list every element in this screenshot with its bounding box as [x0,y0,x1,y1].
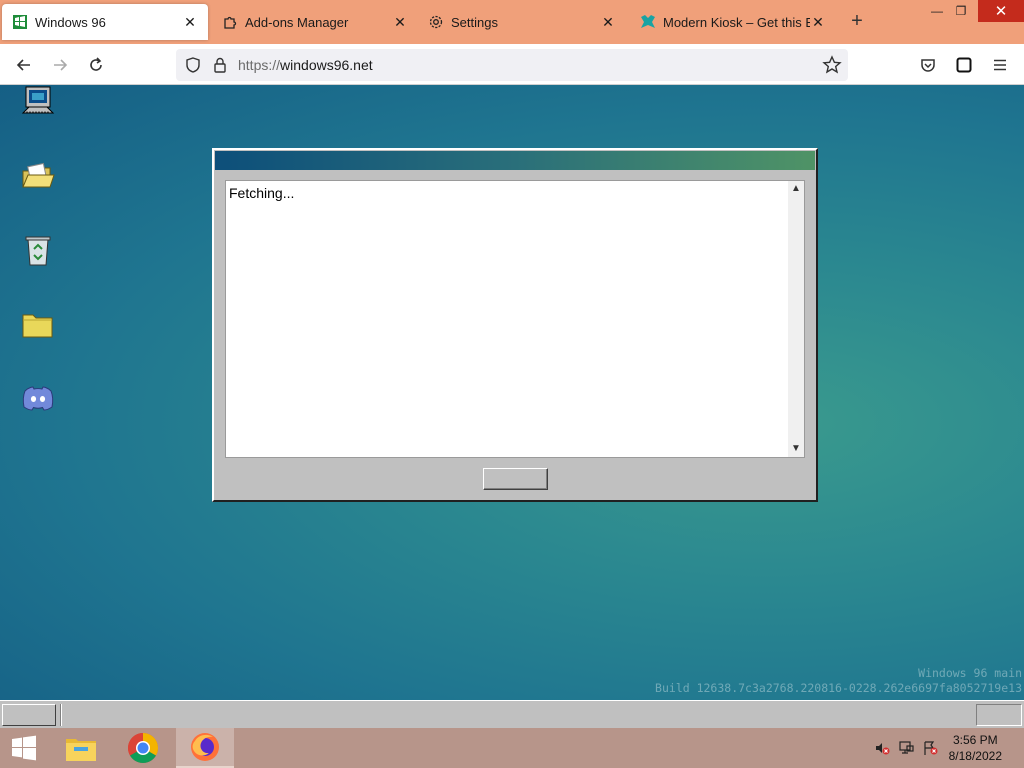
close-tab-icon[interactable]: ✕ [600,14,616,30]
clock-date: 8/18/2022 [948,749,1002,763]
menu-button[interactable] [988,53,1012,77]
windows96-icon [12,14,28,30]
gear-icon [428,14,444,30]
square-icon [956,57,972,73]
tab-modern-kiosk[interactable]: Modern Kiosk – Get this Exte ✕ [630,4,836,40]
navigation-toolbar: https://windows96.net [0,44,1024,85]
windows-logo-icon [12,735,36,761]
tab-label: Windows 96 [35,14,106,30]
dialog-button[interactable] [483,468,548,490]
file-explorer-icon [66,739,96,761]
win96-start-button[interactable] [2,704,56,726]
bookmark-star-icon[interactable] [822,55,842,75]
close-tab-icon[interactable]: ✕ [392,14,408,30]
close-tab-icon[interactable]: ✕ [810,14,826,30]
pocket-icon [921,59,935,72]
tab-label: Add-ons Manager [245,14,349,30]
build-line-2: Build 12638.7c3a2768.220816-0228.262e669… [655,681,1022,695]
url-protocol: https:// [238,57,281,73]
dialog-titlebar[interactable] [215,151,815,170]
firefox-icon [191,733,219,761]
speaker-muted-icon[interactable] [874,740,890,756]
scroll-down-arrow-icon[interactable]: ▼ [788,441,804,457]
discord-icon[interactable] [20,381,56,417]
reload-icon [90,57,102,71]
tab-windows-96[interactable]: Windows 96 ✕ [2,4,208,40]
pocket-button[interactable] [916,53,940,77]
chrome-button[interactable] [114,728,172,768]
scroll-up-arrow-icon[interactable]: ▲ [788,181,804,197]
build-info: Windows 96 main Build 12638.7c3a2768.220… [655,666,1022,696]
browser-tab-strip: Windows 96 ✕ Add-ons Manager ✕ Settings … [0,0,1024,44]
action-center-flag-icon[interactable] [922,740,938,756]
open-folder-icon[interactable] [20,159,56,195]
tab-label: Modern Kiosk – Get this Exte [663,14,810,30]
clock-time: 3:56 PM [952,733,998,747]
tab-label: Settings [451,14,498,30]
kiosk-icon [640,14,656,30]
vertical-scrollbar[interactable]: ▲ ▼ [788,181,804,457]
network-icon[interactable] [898,740,914,756]
folder-icon[interactable] [20,307,56,343]
firefox-button[interactable] [176,728,234,768]
window-close-button[interactable]: ✕ [978,0,1024,22]
new-tab-button[interactable]: + [846,11,868,33]
chrome-icon [127,733,159,764]
shield-icon[interactable] [184,56,202,74]
back-arrow-icon [16,59,30,71]
file-explorer-button[interactable] [52,728,110,768]
restore-button[interactable]: ❐ [944,0,978,22]
url-host: windows96.net [280,57,373,73]
forward-button[interactable] [48,53,72,77]
taskbar-separator [60,704,62,726]
back-button[interactable] [12,53,36,77]
my-computer-icon[interactable] [20,85,56,121]
address-bar[interactable]: https://windows96.net [176,49,848,81]
recycle-bin-icon[interactable] [20,233,56,269]
forward-arrow-icon [54,59,68,71]
win96-system-tray[interactable] [976,704,1022,726]
hamburger-menu-icon [994,59,1006,71]
close-tab-icon[interactable]: ✕ [182,14,198,30]
puzzle-icon [222,14,238,30]
tab-settings[interactable]: Settings ✕ [418,4,626,40]
windows-start-button[interactable] [0,728,48,768]
tab-add-ons-manager[interactable]: Add-ons Manager ✕ [212,4,418,40]
lock-icon[interactable] [211,56,229,74]
build-line-1: Windows 96 main [918,666,1022,680]
reload-button[interactable] [84,53,108,77]
dialog-status-text: Fetching... [229,185,295,201]
host-taskbar: 3:56 PM 8/18/2022 [0,728,1024,768]
url-text[interactable]: https://windows96.net [238,57,373,73]
extensions-button[interactable] [952,53,976,77]
system-clock[interactable]: 3:56 PM 8/18/2022 [949,732,1002,764]
win96-taskbar [0,700,1024,728]
fetching-dialog-window[interactable]: Fetching... ▲ ▼ [212,148,818,502]
dialog-text-area[interactable]: Fetching... ▲ ▼ [225,180,805,458]
